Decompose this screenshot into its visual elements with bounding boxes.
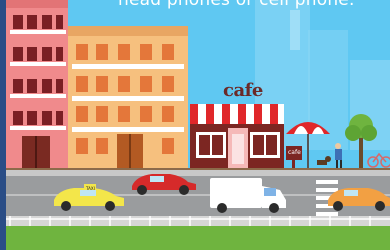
pink-building	[6, 0, 68, 170]
board-sign-label: cafe	[288, 149, 301, 156]
city-street-illustration	[0, 0, 390, 250]
tan-building	[68, 26, 188, 170]
fence-top	[6, 168, 390, 170]
caption-text: head phones or cell phone.	[118, 0, 355, 10]
grass	[0, 226, 390, 250]
cafe-awning	[190, 104, 284, 124]
left-edge-strip	[0, 0, 6, 250]
taxi-label: TAXI	[86, 186, 95, 191]
cafe-building	[190, 104, 284, 170]
cafe-sign: cafe	[223, 80, 263, 101]
sidewalk-bottom	[0, 216, 390, 226]
